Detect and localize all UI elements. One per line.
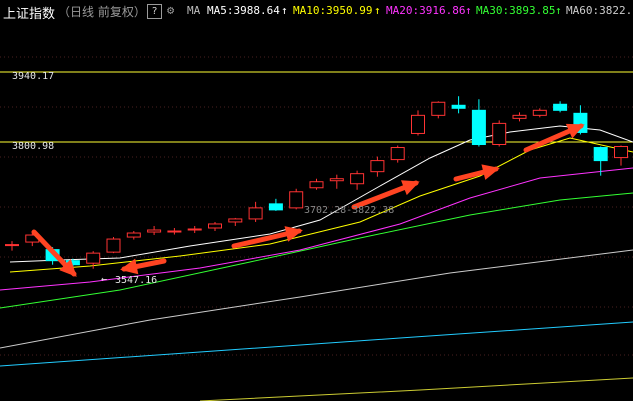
ma60-line bbox=[0, 249, 633, 349]
candle-up bbox=[431, 101, 446, 116]
ma30-arrow-icon: ↑ bbox=[555, 4, 562, 17]
candle-up bbox=[614, 146, 628, 159]
ma5-arrow-icon: ↑ bbox=[281, 4, 288, 17]
ma10-arrow-icon: ↑ bbox=[374, 4, 381, 17]
candle-down bbox=[593, 147, 608, 162]
candle-up bbox=[390, 147, 405, 161]
candle-down bbox=[268, 203, 283, 211]
ma10-value: MA10:3950.99 bbox=[293, 4, 373, 17]
candle-up bbox=[329, 178, 344, 182]
index-title[interactable]: 上证指数 bbox=[3, 3, 55, 22]
low-pointer-icon: ← bbox=[101, 274, 108, 285]
candle-up bbox=[512, 114, 527, 119]
chart-period-subtitle: （日线 前复权） bbox=[58, 5, 146, 19]
help-icon[interactable]: ? bbox=[147, 4, 162, 19]
candle-up bbox=[147, 229, 162, 233]
ma250-line bbox=[199, 377, 633, 401]
candle-down bbox=[451, 104, 466, 109]
candle-up bbox=[309, 181, 324, 189]
candle-up bbox=[370, 160, 385, 173]
chart-header: 上证指数 （日线 前复权） ? ⚙ MA MA5:3988.64 ↑ MA10:… bbox=[0, 0, 633, 22]
ma20-arrow-icon: ↑ bbox=[465, 4, 472, 17]
candle-up bbox=[167, 230, 182, 233]
candle-up bbox=[248, 207, 263, 220]
candle-down bbox=[553, 103, 568, 111]
ma20-value: MA20:3916.86 bbox=[386, 4, 466, 17]
candle-up bbox=[86, 252, 101, 264]
candle-up bbox=[187, 228, 202, 231]
gear-icon[interactable]: ⚙ bbox=[167, 3, 174, 17]
ma30-value: MA30:3893.85 bbox=[476, 4, 556, 17]
candle-down bbox=[471, 109, 486, 146]
price-level-label-mid: 3800.98 bbox=[12, 141, 55, 152]
arrow-head-icon bbox=[120, 258, 139, 275]
candle-up bbox=[492, 122, 507, 146]
ma-label: MA bbox=[187, 4, 201, 17]
price-level-label-high: 3940.17 bbox=[12, 71, 55, 82]
ma120-line bbox=[0, 321, 633, 367]
range-label: 3702.28-3822.38 bbox=[304, 205, 395, 216]
low-price-label: 3547.16 bbox=[115, 275, 158, 286]
candle-up bbox=[532, 109, 547, 116]
candle-up bbox=[228, 218, 243, 223]
candle-up bbox=[126, 232, 141, 238]
candle-up bbox=[208, 223, 222, 229]
candle-up bbox=[350, 173, 365, 185]
candle-up bbox=[411, 114, 425, 134]
ma60-value: MA60:3822.7 bbox=[566, 4, 633, 17]
candle-up bbox=[106, 238, 121, 253]
ma5-value: MA5:3988.64 bbox=[207, 4, 280, 17]
candle-up bbox=[5, 244, 19, 247]
candle-up bbox=[289, 191, 304, 209]
